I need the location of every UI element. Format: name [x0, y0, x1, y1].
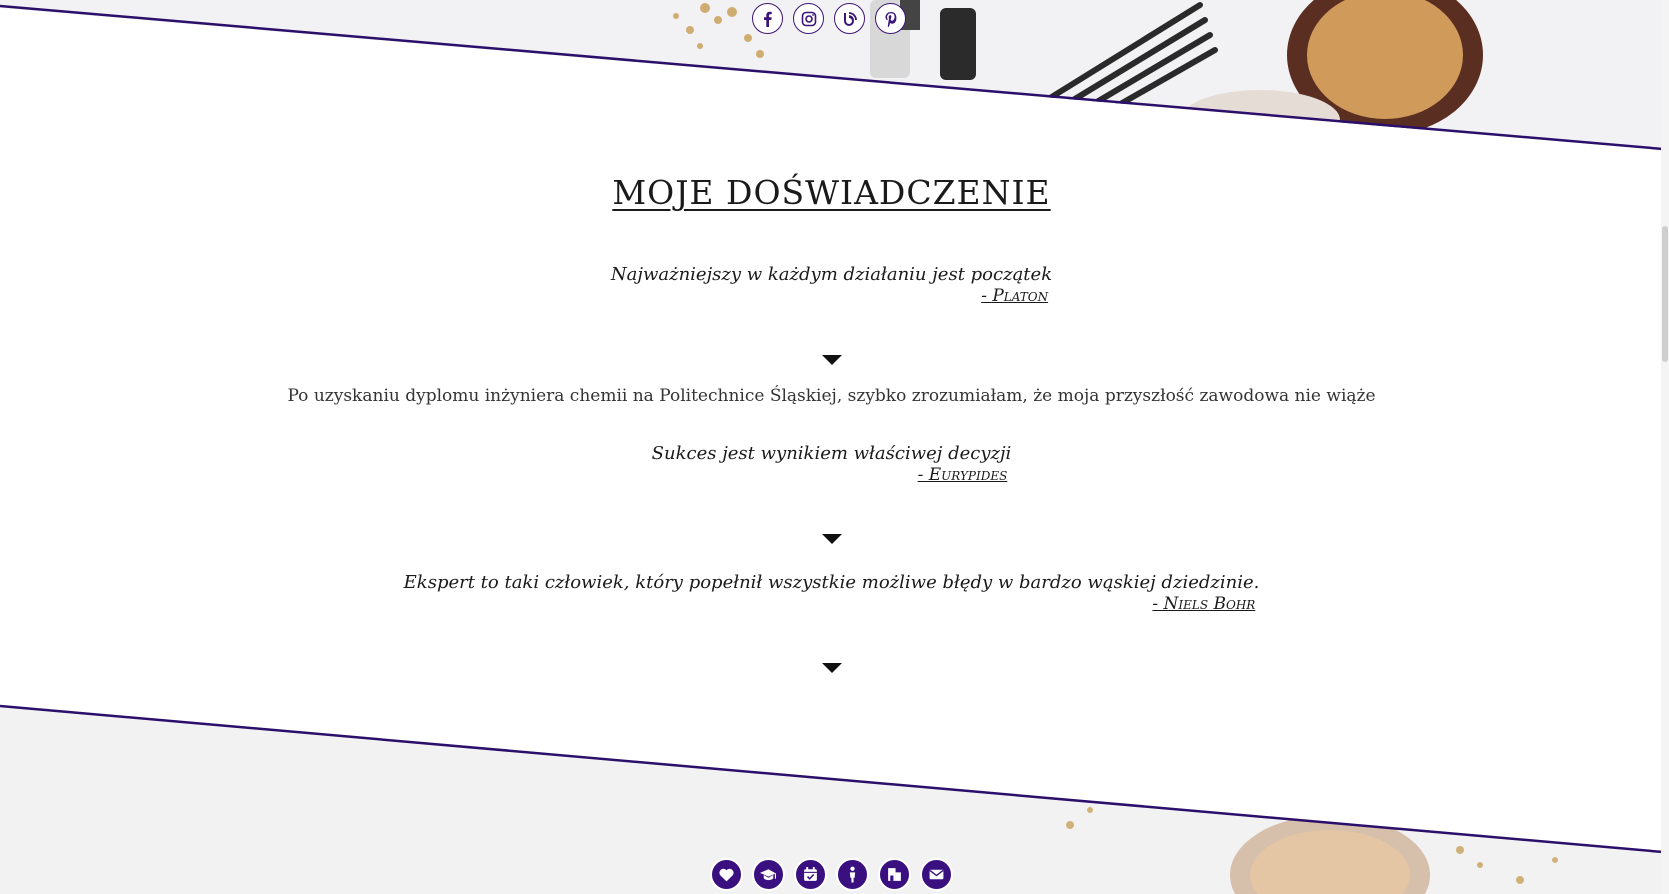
- envelope-icon: [929, 869, 944, 880]
- section-nav: [710, 858, 953, 891]
- nav-button-education[interactable]: [752, 858, 785, 891]
- pinterest-icon: [885, 11, 896, 27]
- blog-link[interactable]: [834, 3, 865, 34]
- quote-author: - Niels Bohr: [1152, 594, 1256, 614]
- expand-arrow-icon[interactable]: [822, 663, 842, 673]
- social-links: [752, 3, 906, 34]
- scrollbar[interactable]: [1661, 0, 1669, 894]
- nav-button-calendar[interactable]: [794, 858, 827, 891]
- blog-icon: [843, 11, 857, 26]
- calendar-check-icon: [804, 867, 817, 881]
- quote-text: Ekspert to taki człowiek, który popełnił…: [403, 572, 1260, 593]
- content-area: MOJE DOŚWIADCZENIE Najważniejszy w każdy…: [0, 0, 1669, 894]
- nav-button-favorites[interactable]: [710, 858, 743, 891]
- scrollbar-thumb[interactable]: [1662, 226, 1668, 362]
- experience-paragraph: Po uzyskaniu dyplomu inżyniera chemii na…: [287, 386, 1376, 406]
- quote-text: Najważniejszy w każdym działaniu jest po…: [610, 264, 1053, 285]
- facebook-icon: [763, 11, 772, 27]
- facebook-link[interactable]: [752, 3, 783, 34]
- heart-icon: [719, 868, 734, 882]
- building-icon: [888, 868, 901, 881]
- quote-text: Sukces jest wynikiem właściwej decyzji: [651, 443, 1012, 464]
- instagram-icon: [801, 11, 816, 26]
- expand-arrow-icon[interactable]: [822, 355, 842, 365]
- nav-button-contact[interactable]: [920, 858, 953, 891]
- graduation-cap-icon: [760, 869, 776, 881]
- pinterest-link[interactable]: [875, 3, 906, 34]
- expand-arrow-icon[interactable]: [822, 534, 842, 544]
- quote-block: Najważniejszy w każdym działaniu jest po…: [0, 264, 1663, 306]
- quote-author: - Platon: [981, 286, 1049, 306]
- quote-author: - Eurypides: [917, 465, 1008, 485]
- nav-button-about[interactable]: [836, 858, 869, 891]
- page: MOJE DOŚWIADCZENIE Najważniejszy w każdy…: [0, 0, 1669, 894]
- quote-block: Ekspert to taki człowiek, który popełnił…: [0, 572, 1663, 614]
- nav-button-experience[interactable]: [878, 858, 911, 891]
- instagram-link[interactable]: [793, 3, 824, 34]
- section-title: MOJE DOŚWIADCZENIE: [612, 173, 1051, 212]
- person-icon: [849, 866, 856, 883]
- quote-block: Sukces jest wynikiem właściwej decyzji -…: [0, 443, 1663, 485]
